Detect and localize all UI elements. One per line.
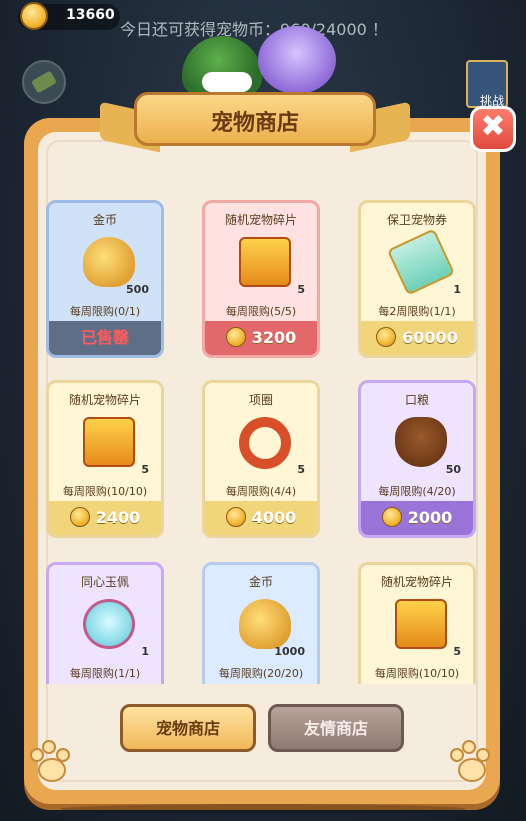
- price-text: 已售罄: [80, 328, 129, 347]
- mascot-decoration: [182, 18, 352, 96]
- paw-decoration-icon: [448, 740, 492, 784]
- purchase-limit: 每周限购(4/20): [378, 485, 456, 498]
- tab-pet-shop[interactable]: 宠物商店: [120, 704, 256, 752]
- paw-toe: [462, 740, 476, 754]
- coin-icon: [381, 506, 402, 527]
- price-text: 2000: [407, 508, 453, 527]
- shop-item-card[interactable]: 金币 1000 每周限购(20/20): [202, 562, 320, 684]
- sold-out-label: 已售罄: [49, 321, 161, 355]
- shop-item-card[interactable]: 随机宠物碎片 5 每周限购(10/10): [358, 562, 476, 684]
- pufferfish-mascot-icon: [258, 26, 336, 94]
- item-quantity: 5: [453, 645, 461, 658]
- pet-food-icon: [395, 417, 447, 467]
- price-text: 60000: [402, 328, 458, 347]
- shop-item-card[interactable]: 随机宠物碎片 5 每周限购(10/10) 2400: [46, 380, 164, 538]
- price-text: 4000: [251, 508, 297, 527]
- shop-item-card[interactable]: 同心玉佩 1 每周限购(1/1): [46, 562, 164, 684]
- treasure-chest-icon: [395, 599, 447, 649]
- item-name: 随机宠物碎片: [68, 393, 141, 407]
- item-quantity: 50: [445, 463, 461, 476]
- purchase-limit: 每周限购(5/5): [225, 305, 297, 318]
- buy-price-button[interactable]: 2400: [49, 501, 161, 535]
- item-name: 随机宠物碎片: [224, 213, 297, 227]
- buy-price-button[interactable]: 3200: [205, 321, 317, 355]
- dialog-title-ribbon: 宠物商店: [100, 92, 410, 154]
- gold-coins-icon: [83, 237, 135, 287]
- paw-toe: [476, 748, 490, 762]
- dialog-title: 宠物商店: [210, 111, 299, 136]
- coin-icon: [225, 506, 246, 527]
- item-quantity: 5: [297, 283, 305, 296]
- paw-toe: [42, 740, 56, 754]
- item-quantity: 5: [141, 463, 149, 476]
- shop-item-card[interactable]: 金币 500 每周限购(0/1) 已售罄: [46, 200, 164, 358]
- coin-icon: [20, 2, 48, 30]
- purchase-limit: 每周限购(20/20): [218, 667, 304, 680]
- purchase-limit: 每周限购(4/4): [225, 485, 297, 498]
- shop-item-card[interactable]: 随机宠物碎片 5 每周限购(5/5) 3200: [202, 200, 320, 358]
- price-text: 2400: [95, 508, 141, 527]
- item-quantity: 5: [297, 463, 305, 476]
- panel-shadow: [60, 804, 466, 814]
- ribbon-banner: 宠物商店: [134, 92, 376, 146]
- purchase-limit: 每周限购(10/10): [374, 667, 460, 680]
- purchase-limit: 每周限购(0/1): [69, 305, 141, 318]
- coin-balance: 13660: [66, 7, 115, 23]
- shop-item-card[interactable]: 项圈 5 每周限购(4/4) 4000: [202, 380, 320, 538]
- jade-pendant-icon: [83, 599, 135, 649]
- collar-icon: [239, 417, 291, 469]
- ticket-side-button[interactable]: [22, 60, 66, 104]
- item-name: 保卫宠物券: [386, 213, 447, 227]
- item-name: 金币: [92, 213, 117, 227]
- treasure-chest-icon: [239, 237, 291, 287]
- shop-item-card[interactable]: 保卫宠物券 1 每2周限购(1/1) 60000: [358, 200, 476, 358]
- item-name: 项圈: [248, 393, 273, 407]
- buy-price-button[interactable]: 2000: [361, 501, 473, 535]
- tab-friend-shop[interactable]: 友情商店: [268, 704, 404, 752]
- coin-icon: [225, 326, 246, 347]
- shop-item-card[interactable]: 口粮 50 每周限购(4/20) 2000: [358, 380, 476, 538]
- item-name: 同心玉佩: [80, 575, 129, 589]
- item-quantity: 1000: [274, 645, 305, 658]
- purchase-limit: 每周限购(1/1): [69, 667, 141, 680]
- purchase-limit: 每周限购(10/10): [62, 485, 148, 498]
- shop-item-grid[interactable]: 金币 500 每周限购(0/1) 已售罄 随机宠物碎片 5 每周限购(5/5) …: [46, 170, 480, 684]
- buy-price-button[interactable]: 4000: [205, 501, 317, 535]
- buy-price-button[interactable]: 60000: [361, 321, 473, 355]
- gold-coins-icon: [239, 599, 291, 649]
- item-quantity: 500: [126, 283, 149, 296]
- item-quantity: 1: [453, 283, 461, 296]
- item-name: 金币: [248, 575, 273, 589]
- coin-icon: [376, 326, 397, 347]
- paw-decoration-icon: [28, 740, 72, 784]
- item-name: 随机宠物碎片: [380, 575, 453, 589]
- item-quantity: 1: [141, 645, 149, 658]
- ticket-icon: [386, 228, 456, 296]
- treasure-chest-icon: [83, 417, 135, 467]
- item-name: 口粮: [404, 393, 429, 407]
- purchase-limit: 每2周限购(1/1): [378, 305, 456, 318]
- price-text: 3200: [251, 328, 297, 347]
- shell-eyes-icon: [202, 72, 252, 92]
- paw-toe: [56, 748, 70, 762]
- coin-icon: [69, 506, 90, 527]
- close-button[interactable]: ✖: [470, 106, 516, 152]
